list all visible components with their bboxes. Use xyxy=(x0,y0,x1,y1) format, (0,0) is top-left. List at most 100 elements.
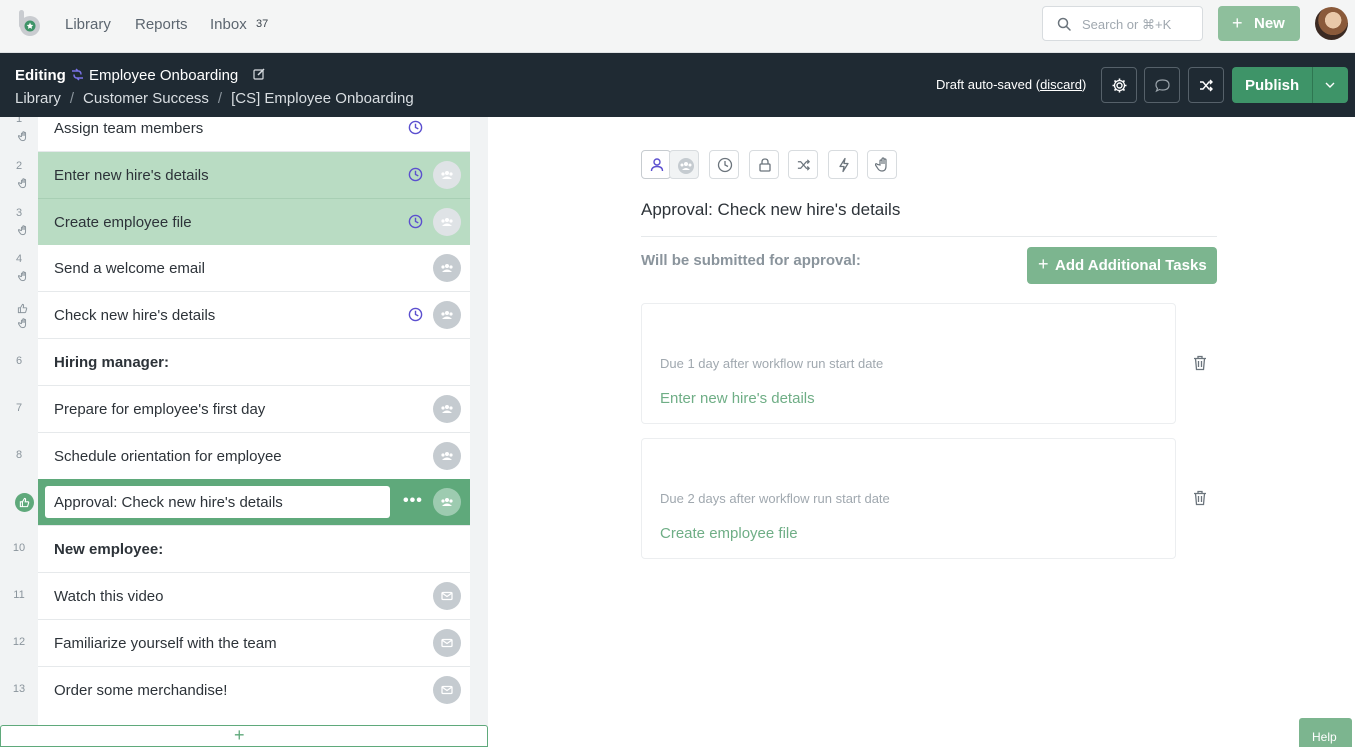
hand-icon xyxy=(17,178,27,188)
task-row[interactable]: Enter new hire's details xyxy=(38,151,470,199)
task-row[interactable]: Familiarize yourself with the team xyxy=(38,619,470,667)
workflow-title: Employee Onboarding xyxy=(89,67,239,84)
edit-title-icon[interactable] xyxy=(253,68,265,80)
task-number: 3 xyxy=(15,206,23,219)
assignee-avatar[interactable] xyxy=(433,582,461,610)
task-row[interactable]: Assign team members xyxy=(38,117,470,152)
task-number: 7 xyxy=(15,401,23,414)
task-row[interactable]: Approval: Check new hire's details ••• xyxy=(38,479,470,527)
task-row[interactable]: Prepare for employee's first day xyxy=(38,385,470,433)
lock-icon xyxy=(759,158,771,172)
editing-label: Editing xyxy=(15,67,66,84)
mail-icon xyxy=(441,638,453,647)
comments-button[interactable] xyxy=(1144,67,1180,103)
task-row[interactable]: Order some merchandise! xyxy=(38,666,470,714)
assignee-avatar[interactable] xyxy=(433,394,461,423)
due-date-text: Due 1 day after workflow run start date xyxy=(660,356,884,371)
submitted-label: Will be submitted for approval: xyxy=(641,252,861,269)
breadcrumb-library[interactable]: Library xyxy=(15,90,61,107)
approval-task-card[interactable]: Due 1 day after workflow run start date … xyxy=(641,303,1176,424)
clock-icon xyxy=(408,120,423,135)
mail-icon xyxy=(441,591,453,601)
approval-task-name[interactable]: Enter new hire's details xyxy=(660,390,815,407)
plus-icon: + xyxy=(234,725,245,745)
top-navigation: Library Reports Inbox 37 Search or ⌘+K +… xyxy=(0,0,1355,53)
clock-icon xyxy=(408,214,423,228)
plus-icon: + xyxy=(1232,13,1243,33)
automations-tool-button[interactable] xyxy=(828,150,858,179)
conditional-logic-tool-button[interactable] xyxy=(788,150,818,179)
team-tool-button[interactable] xyxy=(669,150,699,179)
logic-button[interactable] xyxy=(1188,67,1224,103)
help-button[interactable]: Help xyxy=(1299,718,1352,747)
task-name-input[interactable]: Approval: Check new hire's details xyxy=(45,486,390,519)
approval-task-card[interactable]: Due 2 days after workflow run start date… xyxy=(641,438,1176,559)
team-icon xyxy=(441,498,453,507)
more-options-icon[interactable]: ••• xyxy=(403,492,423,510)
publish-button[interactable]: Publish xyxy=(1232,67,1348,103)
user-avatar[interactable] xyxy=(1315,7,1348,40)
add-tasks-label: Add Additional Tasks xyxy=(1055,257,1207,274)
task-row[interactable]: Create employee file xyxy=(38,198,470,246)
workflow-icon xyxy=(72,68,83,81)
add-additional-tasks-button[interactable]: + Add Additional Tasks xyxy=(1027,247,1217,284)
logo-icon[interactable] xyxy=(16,9,44,37)
task-section-heading[interactable]: Hiring manager: xyxy=(38,339,470,386)
stop-task-indicator xyxy=(17,176,29,194)
task-row[interactable]: Schedule orientation for employee xyxy=(38,432,470,480)
draft-status: Draft auto-saved (discard) xyxy=(936,77,1087,92)
assignee-avatar[interactable] xyxy=(433,675,461,704)
chevron-down-icon[interactable] xyxy=(1324,80,1336,90)
hand-icon xyxy=(17,131,27,142)
task-number: 4 xyxy=(15,253,23,266)
due-date-text: Due 2 days after workflow run start date xyxy=(660,491,890,506)
team-icon xyxy=(441,170,453,179)
clock-icon xyxy=(717,157,733,173)
discard-link[interactable]: discard xyxy=(1040,77,1082,92)
assignee-avatar[interactable] xyxy=(433,488,461,517)
inbox-count-badge: 37 xyxy=(256,18,269,30)
task-section-heading[interactable]: New employee: xyxy=(38,526,470,574)
permissions-tool-button[interactable] xyxy=(749,150,779,179)
nav-inbox-link[interactable]: Inbox xyxy=(210,16,247,33)
task-list-panel: Assign team members 1 Enter new hire's det… xyxy=(0,117,488,747)
assignee-avatar[interactable] xyxy=(433,441,461,470)
task-number: 2 xyxy=(15,159,23,172)
trash-icon[interactable] xyxy=(1193,355,1207,371)
lightning-icon xyxy=(839,157,849,173)
new-button[interactable]: + New xyxy=(1218,6,1300,41)
trash-icon[interactable] xyxy=(1193,490,1207,506)
due-date-tool-button[interactable] xyxy=(709,150,739,179)
task-row[interactable]: Send a welcome email xyxy=(38,245,470,293)
task-list-scrollbar[interactable] xyxy=(470,117,488,747)
search-icon xyxy=(1057,17,1071,31)
task-label: New employee: xyxy=(54,541,164,559)
task-row[interactable]: Check new hire's details xyxy=(38,292,470,340)
task-label: Approval: Check new hire's details xyxy=(54,494,283,512)
new-button-label: New xyxy=(1254,15,1285,32)
assignee-avatar[interactable] xyxy=(433,207,461,236)
search-input[interactable]: Search or ⌘+K xyxy=(1042,6,1203,41)
assignee-avatar[interactable] xyxy=(433,301,461,330)
nav-reports-link[interactable]: Reports xyxy=(135,16,188,33)
stop-task-tool-button[interactable] xyxy=(867,150,897,179)
stop-task-indicator xyxy=(17,223,29,241)
nav-library-link[interactable]: Library xyxy=(65,16,111,33)
assignee-avatar[interactable] xyxy=(433,254,461,283)
task-number: 11 xyxy=(13,589,25,601)
breadcrumb-folder[interactable]: Customer Success xyxy=(83,90,209,107)
task-row[interactable]: Watch this video xyxy=(38,573,470,620)
settings-button[interactable] xyxy=(1101,67,1137,103)
task-title[interactable]: Approval: Check new hire's details xyxy=(641,200,900,220)
assignees-tool-button[interactable] xyxy=(641,150,671,179)
assignee-avatar[interactable] xyxy=(433,628,461,657)
task-number: 8 xyxy=(15,448,23,461)
task-label: Schedule orientation for employee xyxy=(54,447,282,465)
clock-icon xyxy=(408,307,423,322)
add-task-button[interactable]: + xyxy=(0,725,488,747)
team-icon xyxy=(441,404,453,413)
search-placeholder: Search or ⌘+K xyxy=(1082,17,1172,32)
task-number: 13 xyxy=(12,682,26,695)
approval-task-name[interactable]: Create employee file xyxy=(660,525,798,542)
assignee-avatar[interactable] xyxy=(433,160,461,189)
